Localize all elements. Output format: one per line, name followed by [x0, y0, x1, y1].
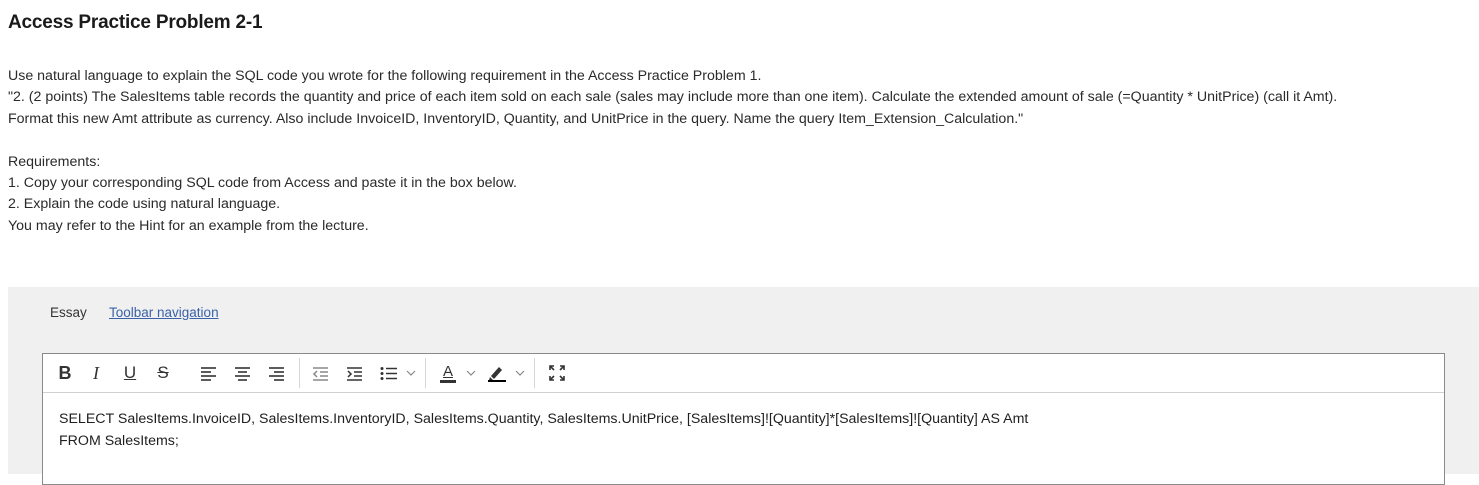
toolbar-navigation-link[interactable]: Toolbar navigation [109, 305, 219, 320]
requirement-item: 2. Explain the code using natural langua… [8, 196, 281, 213]
italic-button[interactable]: I [88, 362, 104, 384]
essay-editor: B I U S A SELECT SalesItems.InvoiceID, S… [42, 353, 1445, 485]
requirements-heading: Requirements: [8, 153, 101, 170]
bullet-list-dropdown[interactable] [405, 362, 417, 384]
align-center-icon [234, 366, 250, 381]
highlight-button[interactable] [486, 362, 508, 384]
bold-button[interactable]: B [56, 362, 74, 384]
chevron-down-icon [406, 370, 416, 376]
requirement-item: You may refer to the Hint for an example… [8, 217, 369, 234]
chevron-down-icon [515, 370, 525, 376]
indent-icon [346, 366, 362, 381]
instruction-line: Format this new Amt attribute as currenc… [8, 110, 1024, 127]
strikethrough-icon: S [157, 363, 169, 382]
toolbar-divider [299, 358, 300, 388]
bold-icon: B [58, 362, 72, 383]
font-color-swatch [440, 379, 456, 383]
toolbar-divider [534, 358, 535, 388]
align-left-icon [200, 366, 216, 381]
highlighter-icon [488, 367, 506, 382]
highlight-dropdown[interactable] [514, 362, 526, 384]
font-color-dropdown[interactable] [465, 362, 477, 384]
essay-label: Essay [50, 305, 87, 320]
essay-text-line: SELECT SalesItems.InvoiceID, SalesItems.… [59, 411, 1029, 427]
underline-icon: U [123, 363, 137, 382]
page-title: Access Practice Problem 2-1 [8, 12, 263, 33]
align-right-icon [268, 366, 284, 381]
font-color-button[interactable]: A [437, 362, 459, 384]
editor-toolbar: B I U S A [43, 354, 1444, 393]
bullet-list-button[interactable] [379, 362, 399, 384]
italic-icon: I [93, 362, 99, 383]
instruction-line: "2. (2 points) The SalesItems table reco… [8, 89, 1338, 106]
font-color-icon: A [442, 362, 453, 380]
requirement-item: 1. Copy your corresponding SQL code from… [8, 175, 517, 192]
fullscreen-button[interactable] [547, 362, 567, 384]
fullscreen-icon [549, 365, 565, 381]
essay-text-line: FROM SalesItems; [59, 432, 179, 449]
outdent-icon [312, 366, 328, 381]
essay-text-area[interactable]: SELECT SalesItems.InvoiceID, SalesItems.… [43, 393, 1444, 453]
align-left-button[interactable] [199, 362, 217, 384]
indent-button[interactable] [345, 362, 363, 384]
toolbar-divider [425, 358, 426, 388]
bullet-list-icon [380, 366, 397, 380]
chevron-down-icon [466, 370, 476, 376]
instruction-line: Use natural language to explain the SQL … [8, 68, 762, 84]
outdent-button[interactable] [311, 362, 329, 384]
instructions: Use natural language to explain the SQL … [8, 66, 1478, 237]
align-center-button[interactable] [233, 362, 251, 384]
strikethrough-button[interactable]: S [153, 362, 173, 384]
underline-button[interactable]: U [121, 362, 139, 384]
align-right-button[interactable] [267, 362, 285, 384]
